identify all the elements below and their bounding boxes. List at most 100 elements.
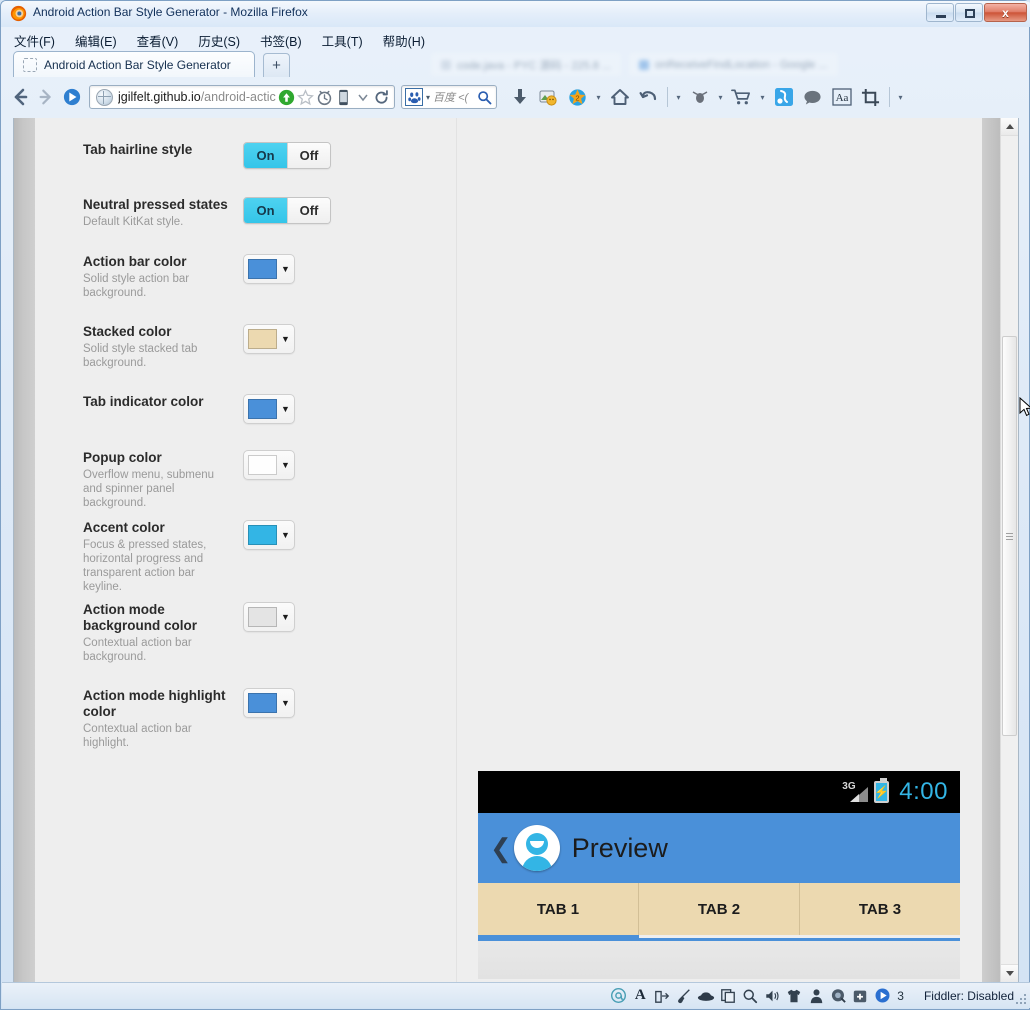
background-tab[interactable]: code.java - PYC 源码 - 225.8 ... [431,53,622,76]
generator-form: Tab hairline style On Off Neutral presse… [35,118,457,982]
mouse-icon[interactable] [827,986,849,1006]
toggle-off[interactable]: Off [287,198,330,223]
url-bar[interactable]: jgilfelt.github.io/android-actic [89,85,395,109]
magnifier-icon[interactable] [476,89,493,106]
chevron-down-icon[interactable]: ▼ [281,530,290,540]
color-picker-accent-color[interactable]: ▼ [243,520,295,550]
back-chevron-icon[interactable]: ❮ [490,835,512,861]
chevron-down-icon[interactable]: ▾ [592,93,605,102]
preview-tab-3[interactable]: TAB 3 [799,883,960,935]
chevron-down-icon[interactable]: ▼ [281,612,290,622]
fiddler-icon[interactable] [769,83,798,111]
toggle-on[interactable]: On [244,198,287,223]
crop-icon[interactable] [856,83,885,111]
color-picker-action-mode-background-color[interactable]: ▼ [243,602,295,632]
undo-icon[interactable] [634,83,663,111]
menu-history[interactable]: 历史(S) [195,30,243,51]
preview-tab-1[interactable]: TAB 1 [478,883,638,935]
row-accent-color: Accent color Focus & pressed states, hor… [83,520,433,594]
chevron-down-icon[interactable]: ▼ [281,334,290,344]
preview-tab-2[interactable]: TAB 2 [638,883,799,935]
person-icon[interactable] [805,986,827,1006]
color-picker-action-bar-color[interactable]: ▼ [243,254,295,284]
tab-active[interactable]: Android Action Bar Style Generator [13,51,255,77]
star-icon[interactable] [297,88,314,106]
row-sublabel: Focus & pressed states, horizontal progr… [83,539,207,593]
menu-view[interactable]: 查看(V) [134,30,182,51]
tab-strip: code.java - PYC 源码 - 225.8 ... onReceive… [1,51,1030,77]
reload-icon[interactable] [373,89,390,106]
baidu-icon[interactable] [405,88,423,106]
mouse-gesture-icon[interactable] [685,83,714,111]
back-arrow-icon[interactable] [7,84,33,110]
close-button[interactable]: x [984,3,1027,22]
color-picker-stacked-color[interactable]: ▼ [243,324,295,354]
chevron-down-icon[interactable]: ▼ [281,264,290,274]
toggle-tab-hairline-style[interactable]: On Off [243,142,331,169]
font-aa-icon[interactable]: Aa [827,83,856,111]
chevron-down-icon[interactable]: ▾ [672,93,685,102]
background-tab[interactable]: onReceiveFindLocation - Google ... [629,53,838,76]
at-sign-icon[interactable] [607,986,629,1006]
chevron-down-icon[interactable]: ▼ [281,698,290,708]
home-icon[interactable] [605,83,634,111]
menu-edit[interactable]: 编辑(E) [72,30,120,51]
search-bar[interactable]: ▾ 百度 <( [401,85,497,109]
row-tab-hairline-style: Tab hairline style On Off [83,142,433,169]
row-tab-indicator-color: Tab indicator color ▼ [83,394,433,424]
chevron-down-icon[interactable]: ▼ [281,404,290,414]
minimize-button[interactable] [926,3,954,22]
shopping-cart-icon[interactable] [727,83,756,111]
chevron-down-icon[interactable] [354,89,371,106]
export-icon[interactable] [651,986,673,1006]
page-scrollbar[interactable] [1000,118,1018,982]
scroll-down-button[interactable] [1001,964,1018,982]
menu-tools[interactable]: 工具(T) [319,30,366,51]
shirt-icon[interactable] [783,986,805,1006]
color-picker-popup-color[interactable]: ▼ [243,450,295,480]
toggle-off[interactable]: Off [287,143,330,168]
screenshot-icon[interactable] [534,83,563,111]
chevron-down-icon[interactable]: ▾ [714,93,727,102]
color-picker-tab-indicator-color[interactable]: ▼ [243,394,295,424]
toggle-neutral-pressed-states[interactable]: On Off [243,197,331,224]
hat-icon[interactable] [695,986,717,1006]
speaker-icon[interactable] [761,986,783,1006]
download-icon[interactable] [505,83,534,111]
go-arrow-icon[interactable] [278,89,295,106]
play-icon[interactable] [871,986,893,1006]
brush-icon[interactable] [673,986,695,1006]
color-picker-action-mode-highlight-color[interactable]: ▼ [243,688,295,718]
menu-bar: 文件(F) 编辑(E) 查看(V) 历史(S) 书签(B) 工具(T) 帮助(H… [1,30,1030,50]
scroll-up-button[interactable] [1001,118,1018,136]
web-page: Tab hairline style On Off Neutral presse… [35,118,982,982]
scroll-thumb[interactable] [1002,336,1017,736]
new-tab-button[interactable]: + [263,53,290,77]
chevron-down-icon[interactable]: ▾ [756,93,769,102]
copy-icon[interactable] [717,986,739,1006]
firstaid-icon[interactable] [849,986,871,1006]
android-status-bar: 3G ⚡ 4:00 [478,771,960,813]
window-resize-grip[interactable] [1014,992,1028,1006]
title-bar: Android Action Bar Style Generator - Moz… [1,1,1030,27]
search-input[interactable]: 百度 <( [433,89,474,105]
reader-mode-icon[interactable] [59,84,85,110]
mobile-device-icon[interactable] [335,89,352,106]
comment-icon[interactable] [798,83,827,111]
menu-help[interactable]: 帮助(H) [380,30,428,51]
chevron-down-icon[interactable]: ▾ [426,93,430,102]
row-action-bar-color: Action bar color Solid style action bar … [83,254,433,300]
font-a-icon[interactable]: A [629,986,651,1006]
magnifier-icon[interactable] [739,986,761,1006]
maximize-button[interactable] [955,3,983,22]
chevron-down-icon[interactable]: ▼ [281,460,290,470]
row-label: Popup color [83,450,162,465]
menu-file[interactable]: 文件(F) [11,30,58,51]
clock-icon[interactable] [316,89,333,106]
forward-arrow-icon[interactable] [33,84,59,110]
tab-favicon-icon [441,59,451,70]
menu-bookmarks[interactable]: 书签(B) [257,30,305,51]
chevron-down-icon[interactable]: ▾ [894,93,907,102]
toggle-on[interactable]: On [244,143,287,168]
security-shield-icon[interactable]: 2 [563,83,592,111]
